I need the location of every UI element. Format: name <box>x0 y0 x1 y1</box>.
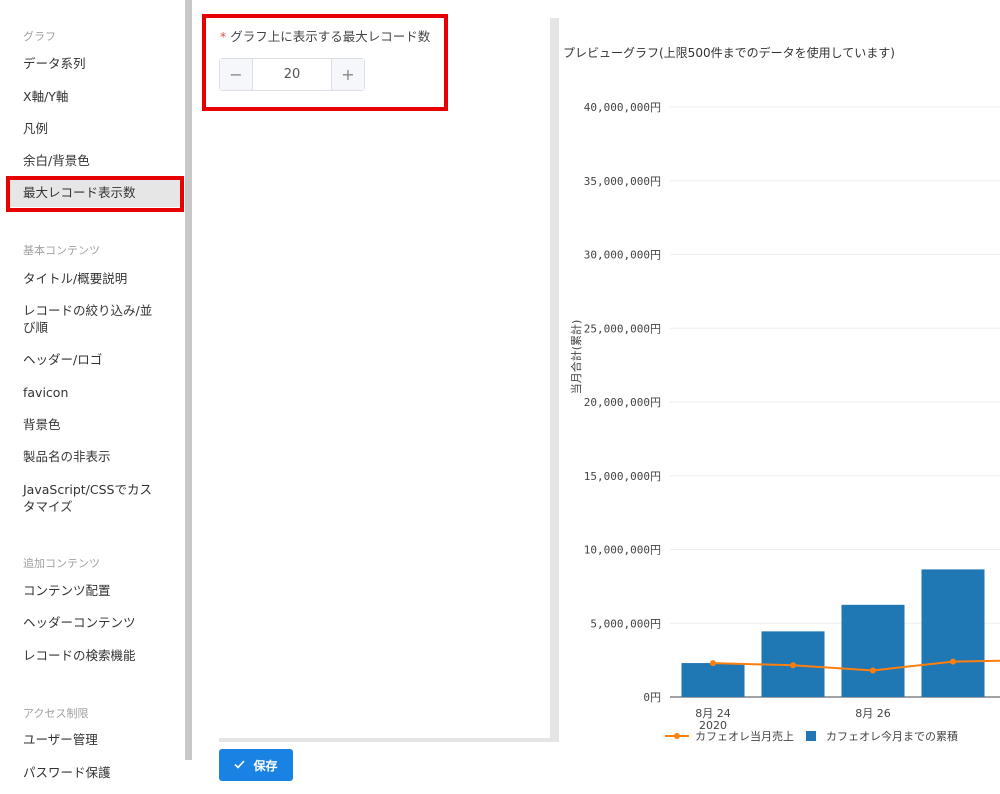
chart-legend: カフェオレ当月売上 カフェオレ今月までの累積 <box>665 729 958 743</box>
bar <box>681 663 745 697</box>
sidebar-item-max-records[interactable]: 最大レコード表示数 <box>8 178 181 207</box>
line-point <box>790 662 796 669</box>
max-records-input[interactable]: 20 <box>253 59 331 90</box>
line-point <box>710 660 716 667</box>
y-tick-label: 20,000,000円 <box>584 396 661 409</box>
section-title-basic: 基本コンテンツ <box>23 244 100 257</box>
sidebar-scrollbar[interactable] <box>185 0 192 760</box>
bar <box>921 569 985 697</box>
sidebar-item-password[interactable]: パスワード保護 <box>8 764 181 781</box>
sidebar-item-margin-bg[interactable]: 余白/背景色 <box>8 152 181 169</box>
sidebar-item-axes[interactable]: X軸/Y軸 <box>8 88 181 105</box>
legend-label: カフェオレ今月までの累積 <box>826 729 958 743</box>
preview-title: プレビューグラフ(上限500件までのデータを使用しています) <box>563 46 895 60</box>
sidebar-item-legend[interactable]: 凡例 <box>8 120 181 137</box>
preview-chart: 0円 5,000,000円 10,000,000円 15,000,000円 20,000… <box>569 101 1000 743</box>
y-tick-label: 10,000,000円 <box>584 544 661 557</box>
max-records-stepper[interactable]: − 20 + <box>219 58 365 91</box>
y-tick-label: 35,000,000円 <box>584 175 661 188</box>
save-button[interactable]: 保存 <box>219 749 293 781</box>
sidebar: グラフ データ系列 X軸/Y軸 凡例 余白/背景色 最大レコード表示数 基本コン… <box>0 0 185 794</box>
bar <box>841 604 905 697</box>
sidebar-item-layout[interactable]: コンテンツ配置 <box>8 582 181 599</box>
chart-x-ticks: 8月 2420208月 26 <box>695 707 891 732</box>
chart-y-ticks: 0円 5,000,000円 10,000,000円 15,000,000円 20,000… <box>584 101 661 704</box>
sidebar-item-header-logo[interactable]: ヘッダー/ロゴ <box>8 351 181 368</box>
required-mark: * <box>220 29 227 44</box>
y-tick-label: 15,000,000円 <box>584 470 661 483</box>
save-button-label: 保存 <box>253 758 278 773</box>
panel-divider <box>550 18 559 740</box>
legend-line-marker <box>674 733 680 739</box>
section-title-additional: 追加コンテンツ <box>23 557 100 570</box>
max-records-label: * グラフ上に表示する最大レコード数 <box>220 26 430 45</box>
sidebar-item-search[interactable]: レコードの検索機能 <box>8 647 181 664</box>
y-tick-label: 25,000,000円 <box>584 322 661 335</box>
y-axis-title: 当月合計(累計) <box>569 320 583 395</box>
chart-bars <box>681 569 985 697</box>
section-title-graph: グラフ <box>23 30 56 43</box>
legend-label: カフェオレ当月売上 <box>695 729 794 743</box>
sidebar-item-filter-sort[interactable]: レコードの絞り込み/並び順 <box>8 302 158 336</box>
y-tick-label: 0円 <box>643 691 661 704</box>
sidebar-item-favicon[interactable]: favicon <box>8 384 181 401</box>
y-tick-label: 5,000,000円 <box>590 617 661 630</box>
sidebar-item-users[interactable]: ユーザー管理 <box>8 731 181 748</box>
max-records-label-text: グラフ上に表示する最大レコード数 <box>230 29 431 44</box>
x-tick-label: 8月 26 <box>855 707 891 720</box>
sidebar-item-title[interactable]: タイトル/概要説明 <box>8 270 181 287</box>
decrement-button[interactable]: − <box>220 59 253 90</box>
section-title-access: アクセス制限 <box>23 707 89 720</box>
sidebar-item-hide-product[interactable]: 製品名の非表示 <box>8 448 181 465</box>
sidebar-item-background[interactable]: 背景色 <box>8 416 181 433</box>
check-icon <box>234 758 246 772</box>
panel-bottom-scrollbar[interactable] <box>219 738 559 742</box>
line-point <box>870 667 876 674</box>
y-tick-label: 30,000,000円 <box>584 249 661 262</box>
line-point <box>950 658 956 665</box>
settings-panel <box>192 0 550 740</box>
sidebar-item-data-series[interactable]: データ系列 <box>8 55 181 72</box>
y-tick-label: 40,000,000円 <box>584 101 661 114</box>
legend-bar-swatch <box>806 731 816 741</box>
sidebar-item-header-content[interactable]: ヘッダーコンテンツ <box>8 614 181 631</box>
sidebar-item-js-css[interactable]: JavaScript/CSSでカスタマイズ <box>8 481 158 515</box>
increment-button[interactable]: + <box>331 59 364 90</box>
